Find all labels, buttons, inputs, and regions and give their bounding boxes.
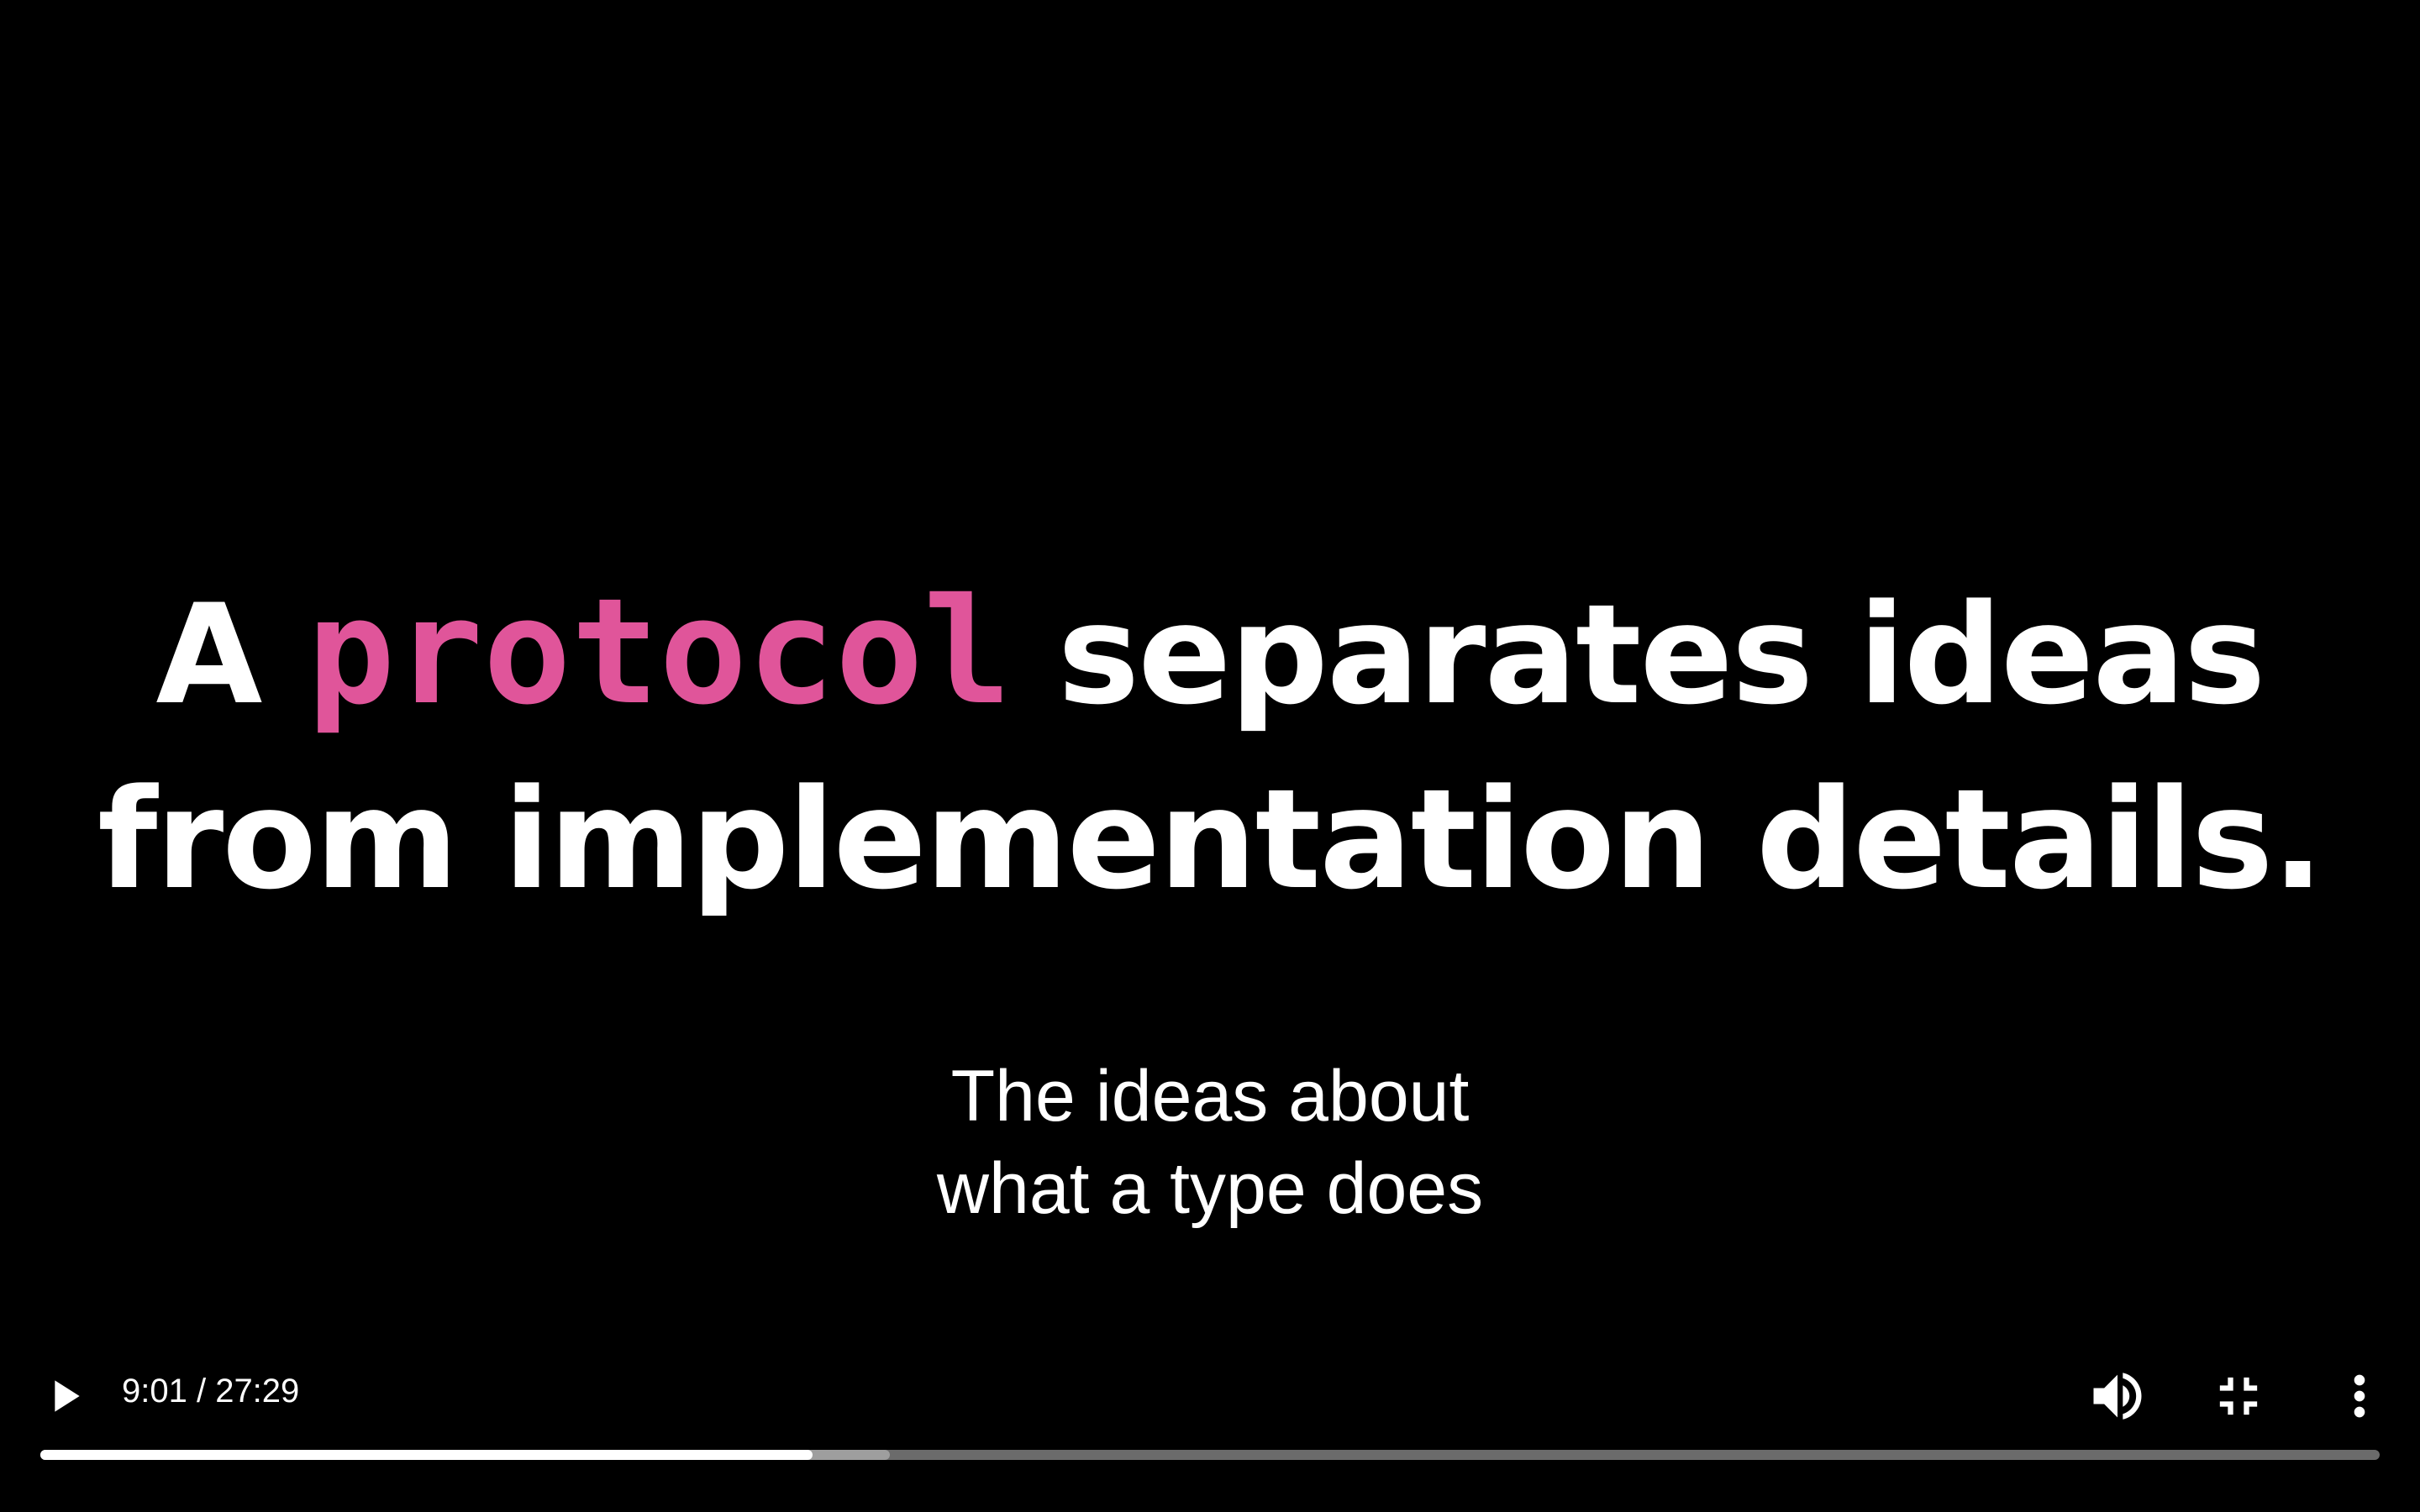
subtitle-captions: The ideas about what a type does [0,1050,2420,1235]
slide-heading-line-1: A protocol separates ideas [0,580,2420,726]
play-icon [55,1380,80,1412]
progress-played [40,1450,813,1460]
heading-keyword: protocol [307,567,1012,738]
exit-fullscreen-button[interactable] [2207,1364,2270,1428]
video-player[interactable]: A protocol separates ideas from implemen… [0,0,2420,1512]
player-controls-bar: 9:01 / 27:29 [0,1344,2420,1512]
more-vert-icon [2354,1374,2365,1418]
heading-prefix: A [155,575,308,735]
volume-up-icon [2093,1373,2142,1420]
time-display: 9:01 / 27:29 [122,1373,300,1410]
volume-button[interactable] [2086,1364,2149,1428]
progress-bar[interactable] [40,1450,2380,1460]
slide-heading-line-2: from implementation details. [97,759,2324,920]
more-options-button[interactable] [2328,1364,2391,1428]
play-button[interactable] [37,1369,91,1423]
heading-suffix: separates ideas [1011,575,2266,735]
caption-line-2: what a type does [936,1148,1484,1229]
caption-line-1: The ideas about [950,1056,1470,1137]
fullscreen-exit-icon [2219,1377,2258,1415]
